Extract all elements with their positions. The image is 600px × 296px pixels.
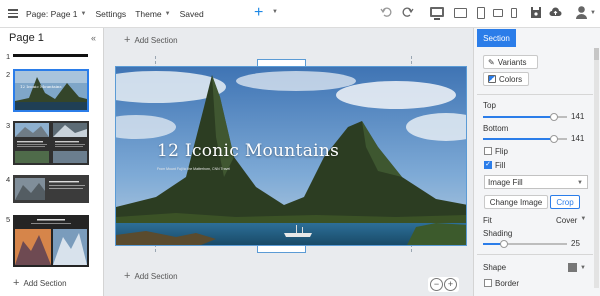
section-thumb-5[interactable] — [13, 215, 89, 267]
section-number: 2 — [6, 70, 11, 79]
slider-knob — [500, 240, 508, 248]
plus-icon: + — [124, 270, 131, 282]
save-icon[interactable] — [530, 6, 542, 19]
save-status: Saved — [179, 8, 204, 19]
top-padding-value: 141 — [571, 112, 585, 121]
add-element-dropdown-icon[interactable]: ▼ — [272, 9, 278, 15]
zoom-out-icon[interactable]: − — [430, 278, 443, 291]
collapse-panel-icon[interactable]: « — [91, 33, 96, 43]
section-number: 4 — [6, 175, 11, 184]
shading-slider[interactable] — [483, 240, 567, 248]
colors-button[interactable]: Colors — [483, 72, 529, 86]
menu-icon[interactable] — [0, 0, 26, 28]
top-toolbar: Page: Page 1 ▼ Settings Theme ▼ Saved + ▼ … — [0, 0, 600, 28]
add-element-button[interactable]: + — [254, 5, 263, 21]
top-padding-slider[interactable] — [483, 113, 567, 121]
zoom-controls: − + — [428, 277, 459, 292]
laptop-view-icon[interactable] — [454, 8, 467, 18]
slider-knob — [550, 135, 558, 143]
section-thumb-header[interactable] — [13, 54, 88, 57]
fill-checkbox[interactable]: ✓ — [484, 161, 492, 169]
pages-panel: Page 1 « 1 2 12 Iconic Mountains 3 4 5 +… — [0, 28, 104, 296]
border-label: Border — [495, 279, 520, 288]
page-menu[interactable]: Page: Page 1 ▼ — [26, 9, 86, 19]
desktop-view-icon[interactable] — [430, 7, 444, 17]
section-number: 5 — [6, 215, 11, 224]
flip-checkbox[interactable] — [484, 147, 492, 155]
tablet-landscape-view-icon[interactable] — [493, 9, 503, 17]
user-menu-caret-icon[interactable]: ▼ — [590, 10, 596, 16]
user-avatar-icon[interactable] — [575, 5, 588, 20]
palette-icon — [488, 75, 496, 83]
hero-section[interactable]: 12 Iconic Mountains From Mount Fuji to t… — [115, 66, 467, 246]
bottom-padding-value: 141 — [571, 134, 585, 143]
shape-label: Shape — [483, 263, 507, 272]
section-thumb-4[interactable] — [13, 175, 89, 203]
settings-menu[interactable]: Settings — [95, 9, 126, 19]
fill-type-select[interactable]: Image Fill ▼ — [484, 175, 588, 189]
border-checkbox[interactable] — [484, 279, 492, 287]
inspector-scrollbar[interactable] — [594, 48, 599, 288]
section-thumb-hero[interactable]: 12 Iconic Mountains — [13, 69, 89, 112]
hero-subtitle[interactable]: From Mount Fuji to the Matterhorn, CNN T… — [157, 167, 230, 171]
zoom-in-icon[interactable]: + — [444, 278, 457, 291]
slider-knob — [550, 113, 558, 121]
editor-canvas: + Add Section 12 Iconic Mountains From M… — [104, 28, 473, 296]
magic-wand-icon: ✎ — [488, 57, 495, 67]
shape-picker-caret-icon[interactable]: ▼ — [580, 265, 586, 271]
page-title: Page 1 — [9, 32, 44, 44]
fit-label: Fit — [483, 216, 492, 225]
add-section-bottom-button[interactable]: + Add Section — [124, 270, 178, 282]
phone-view-icon[interactable] — [511, 8, 517, 18]
bottom-padding-slider[interactable] — [483, 135, 567, 143]
undo-icon[interactable] — [380, 6, 392, 18]
bottom-padding-label: Bottom — [483, 124, 509, 133]
section-thumb-3[interactable] — [13, 121, 89, 165]
cloud-upload-icon[interactable] — [549, 6, 562, 18]
add-section-top-button[interactable]: + Add Section — [124, 34, 178, 46]
add-section-button-sidebar[interactable]: + Add Section — [13, 277, 67, 289]
crop-button[interactable]: Crop — [550, 195, 580, 209]
fit-select[interactable]: Cover ▼ — [556, 216, 586, 225]
plus-icon: + — [124, 34, 131, 46]
shading-label: Shading — [483, 229, 513, 238]
redo-icon[interactable] — [402, 6, 414, 18]
shading-value: 25 — [571, 239, 580, 248]
fill-label: Fill — [495, 161, 506, 170]
top-padding-label: Top — [483, 101, 496, 110]
section-bottom-resize-handle[interactable] — [257, 245, 306, 253]
flip-label: Flip — [495, 147, 508, 156]
variants-button[interactable]: ✎ Variants — [483, 55, 538, 69]
section-number: 3 — [6, 121, 11, 130]
inspector-panel: Section ✎ Variants Colors Top 141 Bottom … — [473, 28, 600, 296]
svg-text:12 Iconic Mountains: 12 Iconic Mountains — [20, 84, 62, 89]
theme-menu[interactable]: Theme ▼ — [135, 9, 170, 19]
change-image-button[interactable]: Change Image — [484, 195, 548, 209]
tab-section[interactable]: Section — [477, 29, 516, 47]
tablet-portrait-view-icon[interactable] — [477, 7, 485, 19]
shape-picker[interactable] — [568, 263, 577, 272]
hero-title[interactable]: 12 Iconic Mountains — [157, 141, 339, 161]
plus-icon: + — [13, 277, 20, 289]
section-number: 1 — [6, 52, 11, 61]
